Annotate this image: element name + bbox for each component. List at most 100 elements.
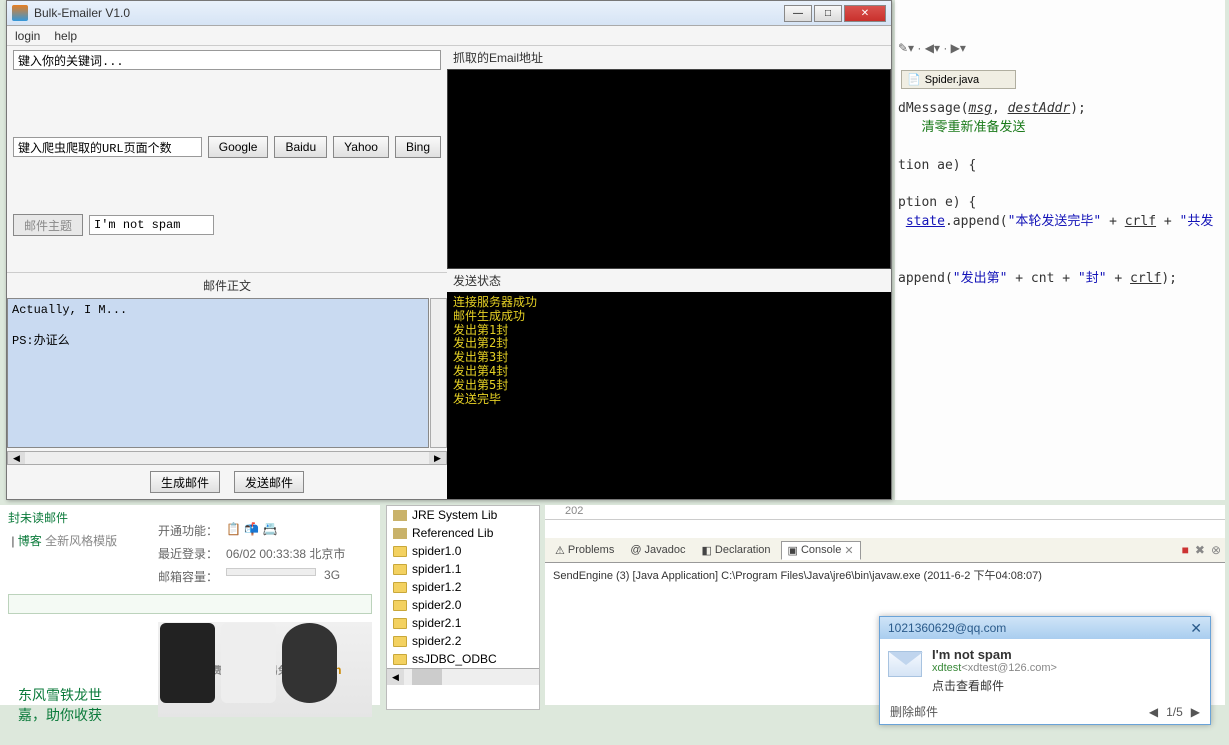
code-snippet: dMessage(msg, destAddr); 清零重新准备发送 tion a… — [898, 100, 1228, 288]
tree-item[interactable]: JRE System Lib — [387, 506, 539, 524]
tree-label: spider1.2 — [412, 580, 461, 594]
declaration-icon: ◧ — [702, 544, 712, 557]
phone-icon — [221, 623, 276, 703]
close-button[interactable]: ✕ — [844, 5, 886, 22]
yahoo-button[interactable]: Yahoo — [333, 136, 389, 158]
tree-item[interactable]: spider1.2 — [387, 578, 539, 596]
terminate-icon[interactable]: ■ — [1182, 543, 1189, 557]
ide-toolbar: ✎▾ · ◀▾ · ▶▾ — [898, 36, 1098, 60]
tree-scrollbar[interactable]: ◀ — [387, 668, 539, 685]
send-status-box[interactable]: 连接服务器成功 邮件生成成功 发出第1封 发出第2封 发出第3封 发出第4封 发… — [447, 292, 891, 499]
maximize-button[interactable]: □ — [814, 5, 842, 22]
ad-text[interactable]: 东风雪铁龙世嘉，助你收获 — [18, 686, 102, 725]
camera-icon — [282, 623, 337, 703]
console-toolbar[interactable]: ■ ✖ ⊗ — [1182, 543, 1221, 557]
folder-icon — [393, 600, 407, 611]
tree-item[interactable]: spider2.1 — [387, 614, 539, 632]
envelope-icon — [888, 651, 922, 677]
generate-mail-button[interactable]: 生成邮件 — [150, 471, 220, 493]
folder-icon — [393, 546, 407, 557]
green-strip — [8, 594, 372, 614]
tree-label: JRE System Lib — [412, 508, 497, 522]
notif-next-button[interactable]: ▶ — [1191, 705, 1200, 719]
crawl-count-input[interactable] — [13, 137, 202, 157]
tree-item[interactable]: Referenced Lib — [387, 524, 539, 542]
tab-console[interactable]: ▣Console ✕ — [781, 541, 861, 560]
bing-button[interactable]: Bing — [395, 136, 441, 158]
mail-notification: 1021360629@qq.com ✕ I'm not spam xdtest<… — [879, 616, 1211, 725]
tree-label: ssJDBC_ODBC — [412, 652, 497, 666]
tab-declaration[interactable]: ◧Declaration — [696, 542, 777, 559]
notif-view-link[interactable]: 点击查看邮件 — [932, 677, 1202, 694]
tree-item[interactable]: ssJDBC_ODBC — [387, 650, 539, 668]
google-button[interactable]: Google — [208, 136, 269, 158]
scroll-right-icon[interactable]: ▶ — [429, 452, 446, 464]
tree-label: spider1.1 — [412, 562, 461, 576]
app-window: Bulk-Emailer V1.0 — □ ✕ login help Googl… — [6, 0, 892, 500]
tree-item[interactable]: spider2.2 — [387, 632, 539, 650]
right-pane: 抓取的Email地址 发送状态 连接服务器成功 邮件生成成功 发出第1封 发出第… — [447, 46, 891, 499]
editor-tab-spider[interactable]: 📄 Spider.java — [901, 70, 1016, 89]
ruler: 202 — [545, 505, 1225, 520]
subject-button[interactable]: 邮件主题 — [13, 214, 83, 236]
tab-javadoc[interactable]: @Javadoc — [624, 542, 691, 558]
body-label: 邮件正文 — [7, 272, 447, 298]
javadoc-icon: @ — [630, 544, 641, 556]
notif-delete-link[interactable]: 删除邮件 — [890, 703, 938, 720]
project-tree[interactable]: JRE System Lib Referenced Lib spider1.0 … — [386, 505, 540, 710]
body-scrollbar-h[interactable]: ◀ ▶ — [7, 451, 447, 465]
blog-note: 全新风格模版 — [45, 534, 117, 548]
scroll-left-icon[interactable]: ◀ — [8, 452, 25, 464]
fn-icon[interactable]: 📋 📬 📇 — [226, 522, 278, 539]
capacity-label: 邮箱容量： — [158, 568, 218, 585]
tree-label: Referenced Lib — [412, 526, 493, 540]
grabbed-emails-box[interactable] — [447, 69, 891, 269]
tree-item[interactable]: spider1.1 — [387, 560, 539, 578]
remove-all-icon[interactable]: ⊗ — [1211, 543, 1221, 557]
notif-close-button[interactable]: ✕ — [1190, 620, 1202, 637]
body-scrollbar-v[interactable] — [430, 298, 447, 448]
library-icon — [393, 510, 407, 521]
tree-label: spider2.0 — [412, 598, 461, 612]
phone-icon — [160, 623, 215, 703]
notif-account: 1021360629@qq.com — [888, 621, 1006, 635]
notif-from-name[interactable]: xdtest — [932, 662, 961, 674]
editor-tab-label: Spider.java — [925, 74, 979, 86]
tree-label: spider1.0 — [412, 544, 461, 558]
notif-page: 1/5 — [1166, 705, 1183, 719]
menu-help[interactable]: help — [54, 29, 77, 43]
tab-problems[interactable]: ⚠Problems — [549, 542, 620, 559]
notif-prev-button[interactable]: ◀ — [1149, 705, 1158, 719]
tree-item[interactable]: spider2.0 — [387, 596, 539, 614]
folder-icon — [393, 654, 407, 665]
capacity-value: 3G — [324, 568, 340, 585]
folder-icon — [393, 636, 407, 647]
subject-input[interactable] — [89, 215, 214, 235]
baidu-button[interactable]: Baidu — [274, 136, 327, 158]
titlebar[interactable]: Bulk-Emailer V1.0 — □ ✕ — [7, 1, 891, 26]
tree-label: spider2.1 — [412, 616, 461, 630]
menubar: login help — [7, 26, 891, 46]
folder-icon — [393, 564, 407, 575]
capacity-bar — [226, 568, 316, 576]
last-login-label: 最近登录： — [158, 545, 218, 562]
java-file-icon: 📄 — [907, 73, 921, 86]
remove-icon[interactable]: ✖ — [1195, 543, 1205, 557]
body-textarea[interactable] — [7, 298, 429, 448]
blog-link[interactable]: 博客 — [18, 534, 42, 548]
console-icon: ▣ — [788, 544, 798, 557]
java-icon — [12, 5, 28, 21]
tree-label: spider2.2 — [412, 634, 461, 648]
tree-item[interactable]: spider1.0 — [387, 542, 539, 560]
problems-icon: ⚠ — [555, 544, 565, 557]
send-mail-button[interactable]: 发送邮件 — [234, 471, 304, 493]
menu-login[interactable]: login — [15, 29, 40, 43]
notif-subject[interactable]: I'm not spam — [932, 647, 1202, 662]
window-title: Bulk-Emailer V1.0 — [34, 6, 784, 20]
keyword-input[interactable] — [13, 50, 441, 70]
minimize-button[interactable]: — — [784, 5, 812, 22]
folder-icon — [393, 582, 407, 593]
bottom-tabs: ⚠Problems @Javadoc ◧Declaration ▣Console… — [545, 538, 1225, 563]
open-fn-label: 开通功能： — [158, 522, 218, 539]
grabbed-emails-label: 抓取的Email地址 — [447, 46, 891, 69]
